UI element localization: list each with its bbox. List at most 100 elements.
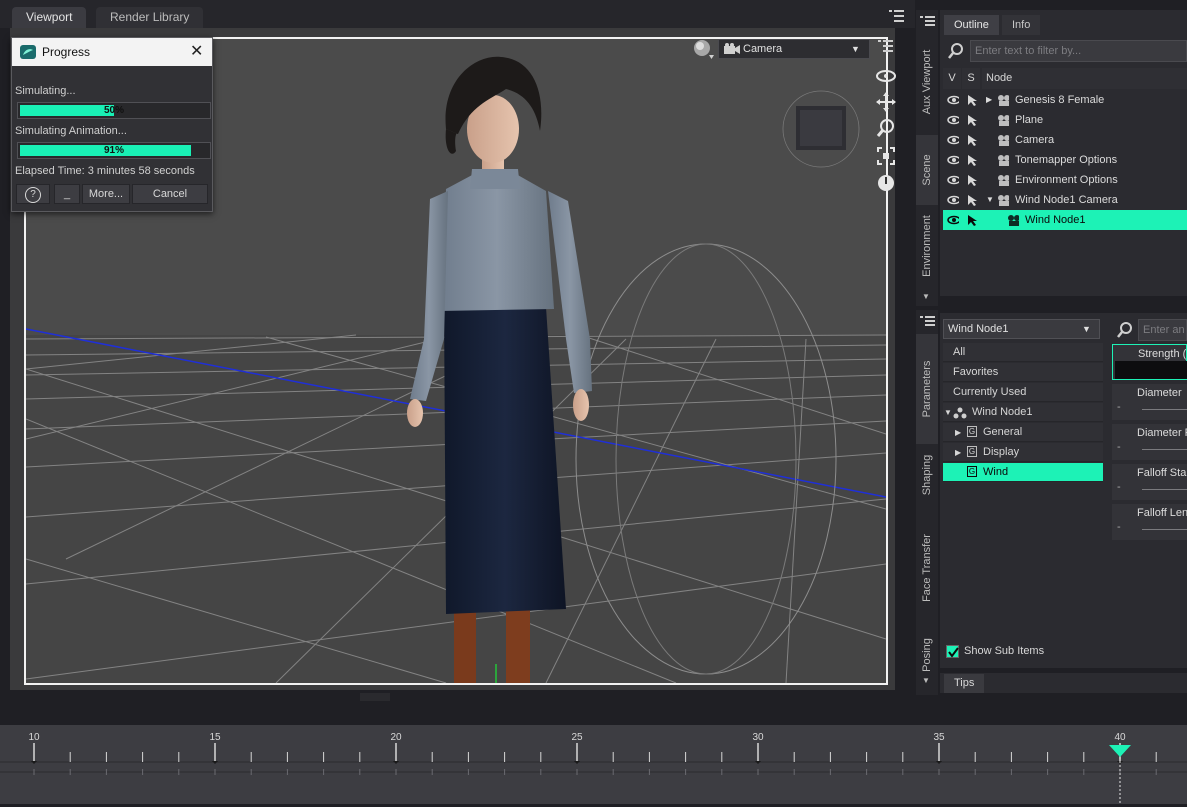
parameter-group-item[interactable]: All xyxy=(943,343,1103,362)
tab-environment-label: Environment xyxy=(921,215,933,278)
slider-track[interactable] xyxy=(1142,449,1187,450)
tab-parameters-label: Parameters xyxy=(921,360,933,418)
zoom-icon[interactable] xyxy=(876,118,896,138)
selectable-cursor-icon[interactable] xyxy=(967,154,979,166)
show-sub-items-checkbox[interactable] xyxy=(946,645,959,658)
more-button[interactable]: More... xyxy=(82,184,130,204)
side-panel-menu-icon[interactable] xyxy=(920,14,936,28)
selectable-cursor-icon[interactable] xyxy=(967,214,979,226)
expand-arrow-icon[interactable]: ▼ xyxy=(986,190,994,210)
tab-environment[interactable]: Environment xyxy=(916,215,938,293)
visibility-eye-icon[interactable] xyxy=(947,154,959,166)
property-slider[interactable]: Diameter F - xyxy=(1112,424,1187,460)
outline-row[interactable]: ▶ Genesis 8 Female xyxy=(943,90,1187,110)
close-icon[interactable]: ✕ xyxy=(190,38,203,66)
tab-shaping-label: Shaping xyxy=(921,454,933,496)
column-node-header[interactable]: Node xyxy=(982,68,1187,89)
node-select[interactable]: Wind Node1 ▼ xyxy=(943,319,1100,339)
progress-title-bar[interactable]: Progress ✕ xyxy=(12,38,212,66)
group-icon: G xyxy=(967,446,977,457)
property-slider[interactable]: Falloff Len - xyxy=(1112,504,1187,540)
draw-style-icon[interactable] xyxy=(692,38,716,60)
outline-row-label: Tonemapper Options xyxy=(1015,154,1118,166)
tab-parameters[interactable]: Parameters xyxy=(916,334,938,444)
slider-track[interactable] xyxy=(1142,529,1187,530)
decrement-icon[interactable]: - xyxy=(1117,481,1121,493)
column-visible-header[interactable]: V xyxy=(943,68,961,89)
visibility-eye-icon[interactable] xyxy=(947,134,959,146)
outline-filter-input[interactable]: Enter text to filter by... xyxy=(970,40,1187,62)
selectable-cursor-icon[interactable] xyxy=(967,194,979,206)
parameter-filter-input[interactable]: Enter an xyxy=(1138,319,1187,341)
camera-select[interactable]: Camera ▼ xyxy=(718,39,870,59)
side-tabs-top: Aux Viewport Scene Environment ▼ xyxy=(916,10,938,306)
visibility-eye-icon[interactable] xyxy=(947,214,959,226)
outline-row[interactable]: ▼ Wind Node1 Camera xyxy=(943,190,1187,210)
tab-shaping[interactable]: Shaping xyxy=(916,440,938,510)
expand-arrow-icon[interactable]: ▶ xyxy=(955,423,961,442)
scroll-down-icon[interactable]: ▼ xyxy=(922,292,930,301)
orbit-icon[interactable] xyxy=(876,66,896,86)
side-panel-menu-icon-2[interactable] xyxy=(920,314,936,328)
tab-aux-viewport[interactable]: Aux Viewport xyxy=(916,32,938,132)
visibility-eye-icon[interactable] xyxy=(947,94,959,106)
property-slider[interactable]: Diameter - xyxy=(1112,384,1187,420)
expand-arrow-icon[interactable]: ▼ xyxy=(944,403,952,422)
visibility-eye-icon[interactable] xyxy=(947,194,959,206)
visibility-eye-icon[interactable] xyxy=(947,114,959,126)
parameter-group-item[interactable]: Favorites xyxy=(943,363,1103,382)
tab-face-transfer[interactable]: Face Transfer xyxy=(916,520,938,615)
selectable-cursor-icon[interactable] xyxy=(967,94,979,106)
tab-info[interactable]: Info xyxy=(1002,15,1041,35)
property-slider[interactable]: Falloff Sta - xyxy=(1112,464,1187,500)
simulating-label: Simulating... xyxy=(15,85,76,97)
selectable-cursor-icon[interactable] xyxy=(967,174,979,186)
panel-menu-icon[interactable] xyxy=(888,8,906,24)
expand-arrow-icon[interactable]: ▶ xyxy=(986,90,992,110)
expand-arrow-icon[interactable]: ▶ xyxy=(955,443,961,462)
minimize-button[interactable]: _ xyxy=(54,184,80,204)
tab-scene[interactable]: Scene xyxy=(916,135,938,205)
help-button[interactable]: ? xyxy=(16,184,50,204)
parameter-group-label: General xyxy=(983,426,1023,438)
tab-posing[interactable]: Posing xyxy=(916,635,938,675)
slider-track[interactable] xyxy=(1142,489,1187,490)
param-search-icon xyxy=(1117,322,1132,338)
outline-row[interactable]: Wind Node1 xyxy=(943,210,1187,230)
property-slider[interactable]: Strength ( xyxy=(1112,344,1187,380)
selectable-cursor-icon[interactable] xyxy=(967,114,979,126)
cancel-button[interactable]: Cancel xyxy=(132,184,208,204)
tab-scene-label: Scene xyxy=(921,154,933,186)
column-selectable-header[interactable]: S xyxy=(962,68,980,89)
frame-icon[interactable] xyxy=(876,146,896,166)
parameter-group-item[interactable]: ▶ G General xyxy=(943,423,1103,442)
timeline[interactable]: 10 15 20 25 30 35 40 xyxy=(0,725,1187,804)
pan-icon[interactable] xyxy=(876,92,896,112)
reset-view-icon[interactable] xyxy=(876,173,896,193)
camera-icon xyxy=(998,135,1009,146)
daz-logo-icon xyxy=(20,45,36,59)
parameter-group-item[interactable]: ▶ G Display xyxy=(943,443,1103,462)
tab-render-library[interactable]: Render Library xyxy=(96,7,204,28)
tab-tips[interactable]: Tips xyxy=(944,674,985,693)
viewport-menu-icon[interactable] xyxy=(877,38,895,54)
decrement-icon[interactable]: - xyxy=(1117,441,1121,453)
tab-viewport[interactable]: Viewport xyxy=(12,7,87,28)
tab-outline[interactable]: Outline xyxy=(944,15,999,35)
scroll-down-icon-2[interactable]: ▼ xyxy=(922,676,930,685)
selectable-cursor-icon[interactable] xyxy=(967,134,979,146)
parameter-group-item[interactable]: Currently Used xyxy=(943,383,1103,402)
property-value-field[interactable] xyxy=(1115,361,1187,379)
viewport-resize-grip[interactable] xyxy=(360,693,390,701)
chevron-down-icon: ▼ xyxy=(851,44,860,54)
slider-track[interactable] xyxy=(1142,409,1187,410)
visibility-eye-icon[interactable] xyxy=(947,174,959,186)
decrement-icon[interactable]: - xyxy=(1117,401,1121,413)
decrement-icon[interactable]: - xyxy=(1117,521,1121,533)
outline-row[interactable]: Camera xyxy=(943,130,1187,150)
outline-row[interactable]: Plane xyxy=(943,110,1187,130)
parameter-group-item[interactable]: ▼ Wind Node1 xyxy=(943,403,1103,422)
parameter-group-item[interactable]: G Wind xyxy=(943,463,1103,482)
outline-row[interactable]: Environment Options xyxy=(943,170,1187,190)
outline-row[interactable]: Tonemapper Options xyxy=(943,150,1187,170)
